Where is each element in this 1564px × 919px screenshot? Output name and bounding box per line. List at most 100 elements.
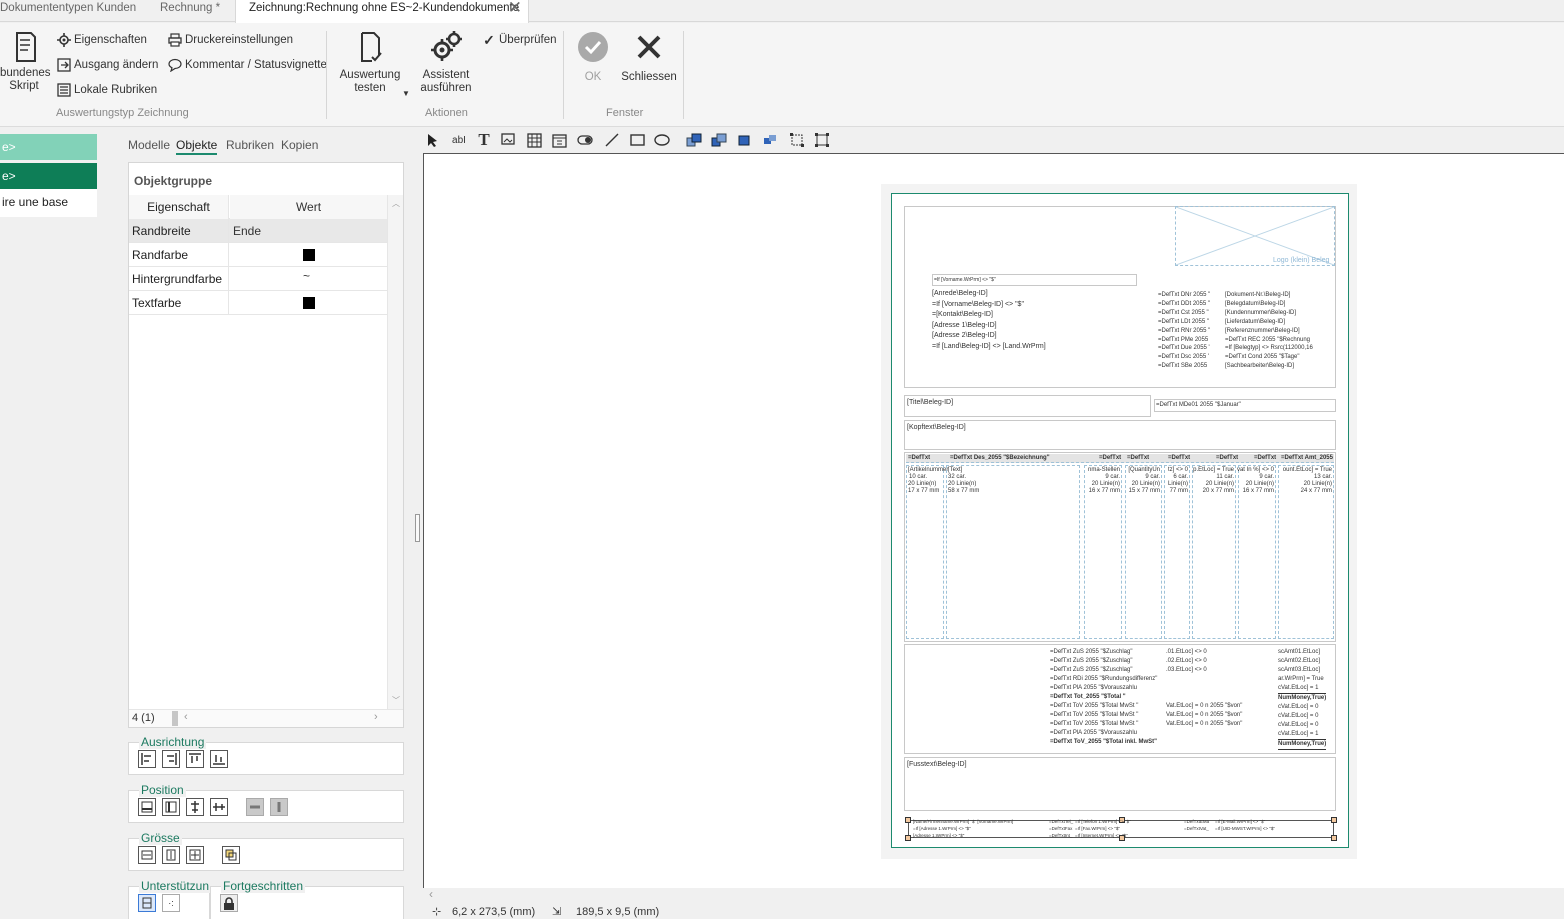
same-size-icon[interactable]	[186, 846, 204, 864]
table-header-row[interactable]: =DefTxt =DefTxt Des_2055 "$Bezeichnung" …	[906, 454, 1334, 463]
position-bottom-icon[interactable]	[138, 798, 156, 816]
tab-zeichnung[interactable]: Zeichnung:Rechnung ohne ES~2-Kundendokum…	[235, 0, 529, 23]
lokale-rubriken-button[interactable]: Lokale Rubriken	[57, 83, 157, 97]
scroll-up-icon[interactable]: ︿	[392, 198, 400, 209]
toggle-icon[interactable]	[576, 131, 594, 149]
tab-dokumententypen[interactable]: Dokumententypen Kunden	[0, 0, 136, 22]
info-values[interactable]: [Dokument-Nr.\Beleg-ID] [Belegdatum\Beleg…	[1225, 291, 1313, 371]
prop-value[interactable]	[230, 291, 387, 315]
nav-item-1[interactable]: e>	[0, 134, 97, 160]
resize-handle[interactable]	[1331, 835, 1337, 841]
fusstext-field[interactable]: [Fusstext\Beleg-ID]	[904, 757, 1336, 811]
center-vertical-icon[interactable]	[186, 798, 204, 816]
image-icon[interactable]	[500, 131, 518, 149]
splitter-handle[interactable]	[415, 514, 420, 542]
table-column[interactable]: p.EtLoc] = True 11 car. 20 Linie(n) 20 x 77…	[1192, 465, 1236, 639]
table-column[interactable]: [QuantityUn 9 car. 20 Linie(n) 15 x 77 mm	[1125, 465, 1162, 639]
script-button[interactable]: bundenes Skript	[0, 31, 51, 93]
assistent-ausfuehren-button[interactable]: Assistent ausführen	[412, 29, 480, 95]
same-width-icon[interactable]	[138, 846, 156, 864]
calendar-icon[interactable]	[550, 131, 568, 149]
tab-rechnung[interactable]: Rechnung *	[160, 0, 220, 22]
close-icon[interactable]: ✕	[508, 0, 522, 16]
prop-value[interactable]: ~	[230, 267, 387, 291]
center-horizontal-icon[interactable]	[210, 798, 228, 816]
color-swatch[interactable]	[303, 249, 315, 261]
table-row[interactable]: Hintergrundfarbe ~	[129, 267, 387, 291]
totals-values[interactable]: scAmt01.EtLoc] scAmt02.EtLoc] scAmt03.EtL…	[1278, 648, 1327, 750]
color-swatch[interactable]	[303, 297, 315, 309]
table-column[interactable]: [Artikelnummer 10 car. 20 Linie(n) 17 x 77 …	[906, 465, 948, 639]
resize-handle[interactable]	[905, 835, 911, 841]
table-row[interactable]: Textfarbe	[129, 291, 387, 315]
scroll-down-icon[interactable]: ﹀	[392, 695, 400, 706]
table-icon[interactable]	[525, 131, 543, 149]
ueberpruefen-button[interactable]: ✓ Überprüfen	[482, 32, 556, 48]
titel-field[interactable]: [Titel\Beleg-ID]	[904, 395, 1151, 417]
align-top-icon[interactable]	[186, 750, 204, 768]
totals-conditions[interactable]: .01.EtLoc] <> 0 .02.EtLoc] <> 0 .03.EtLoc…	[1166, 648, 1242, 729]
nav-item-3[interactable]: ire une base	[0, 189, 97, 217]
send-backward-icon[interactable]	[735, 131, 753, 149]
subtab-kopien[interactable]: Kopien	[281, 138, 318, 152]
resize-handle[interactable]	[905, 817, 911, 823]
table-column[interactable]: tz] <> 06 car. Linie(n) 77 mm	[1164, 465, 1190, 639]
bring-forward-icon[interactable]	[710, 131, 728, 149]
position-left-icon[interactable]	[162, 798, 180, 816]
vertical-scrollbar[interactable]: ︿ ﹀	[387, 195, 403, 709]
grid-dot-icon[interactable]: ·:	[162, 894, 180, 912]
address-block[interactable]: [Anrede\Beleg-ID] =If [Vorname\Beleg-ID] …	[932, 290, 1046, 352]
pointer-icon[interactable]	[424, 131, 442, 149]
subtab-rubriken[interactable]: Rubriken	[226, 138, 274, 152]
ok-button[interactable]: OK	[574, 31, 612, 84]
resize-handle[interactable]	[1331, 817, 1337, 823]
logo-placeholder[interactable]: Logo (klein) Beleg	[1175, 206, 1335, 266]
align-bottom-icon[interactable]	[210, 750, 228, 768]
text-icon[interactable]: T	[475, 130, 493, 149]
text-field-icon[interactable]: abI	[450, 131, 468, 149]
same-height-icon[interactable]	[162, 846, 180, 864]
auswertung-testen-button[interactable]: Auswertung testen ▼	[334, 31, 410, 98]
group-icon[interactable]	[788, 131, 806, 149]
distribute-horizontal-icon[interactable]	[246, 798, 264, 816]
druckereinstellungen-button[interactable]: Druckereinstellungen	[168, 33, 293, 47]
canvas-horizontal-scrollbar[interactable]: ‹	[423, 887, 1564, 902]
prop-value[interactable]: Ende	[230, 219, 387, 243]
lock-icon[interactable]	[220, 894, 238, 912]
report-page[interactable]: Logo (klein) Beleg =If [Vorname.WrPrm] <…	[891, 193, 1349, 848]
table-column[interactable]: vat In %] <> 09 car. 20 Linie(n) 16 x 77 m…	[1237, 465, 1276, 639]
nav-item-2[interactable]: e>	[0, 163, 97, 189]
design-canvas[interactable]: Logo (klein) Beleg =If [Vorname.WrPrm] <…	[415, 153, 1564, 888]
kopftext-field[interactable]: [Kopftext\Beleg-ID]	[904, 420, 1336, 450]
snap-icon[interactable]	[138, 894, 156, 912]
chevron-down-icon[interactable]: ▼	[402, 87, 410, 100]
footer-group-selected[interactable]: [Name/Firmenname.WrPrm] "$" [Vorname.WrP…	[905, 817, 1337, 841]
scroll-right-icon[interactable]: ›	[374, 711, 378, 723]
subtab-objekte[interactable]: Objekte	[176, 138, 218, 155]
line-icon[interactable]	[603, 131, 621, 149]
ellipse-icon[interactable]	[653, 131, 671, 149]
horizontal-scrollbar[interactable]: 4 (1) ‹ ›	[129, 709, 403, 727]
ausgang-aendern-button[interactable]: Ausgang ändern	[57, 58, 158, 72]
table-row[interactable]: Randfarbe	[129, 243, 387, 267]
subtab-modelle[interactable]: Modelle	[128, 138, 170, 152]
table-column[interactable]: nma-Stellen 9 car. 20 Linie(n) 16 x 77 mm	[1084, 465, 1122, 639]
bring-front-icon[interactable]	[685, 131, 703, 149]
resize-icon[interactable]	[222, 846, 240, 864]
table-column[interactable]: ount.EtLoc] = True 13 car. 20 Linie(n) 24 x…	[1278, 465, 1334, 639]
send-back-icon[interactable]	[761, 131, 779, 149]
rectangle-icon[interactable]	[628, 131, 646, 149]
align-right-icon[interactable]	[162, 750, 180, 768]
monat-field[interactable]: =DefTxt MDe01 2055 "$Januar"	[1154, 399, 1336, 412]
table-column[interactable]: [Text] 32 car. 20 Linie(n) 58 x 77 mm	[946, 465, 1080, 639]
eigenschaften-button[interactable]: Eigenschaften	[57, 33, 147, 47]
schliessen-button[interactable]: Schliessen	[620, 31, 678, 84]
totals-labels[interactable]: =DefTxt ZuS 2055 "$Zuschlag" =DefTxt ZuS …	[1050, 648, 1157, 747]
ungroup-icon[interactable]	[813, 131, 831, 149]
vorname-field[interactable]: =If [Vorname.WrPrm] <> "$"	[932, 274, 1137, 286]
kommentar-button[interactable]: Kommentar / Statusvignette	[168, 58, 327, 72]
align-left-icon[interactable]	[138, 750, 156, 768]
table-row[interactable]: Randbreite Ende	[129, 219, 387, 243]
distribute-vertical-icon[interactable]	[270, 798, 288, 816]
info-labels[interactable]: =DefTxt DNr 2055 " =DefTxt DDt 2055 " =De…	[1158, 291, 1210, 371]
